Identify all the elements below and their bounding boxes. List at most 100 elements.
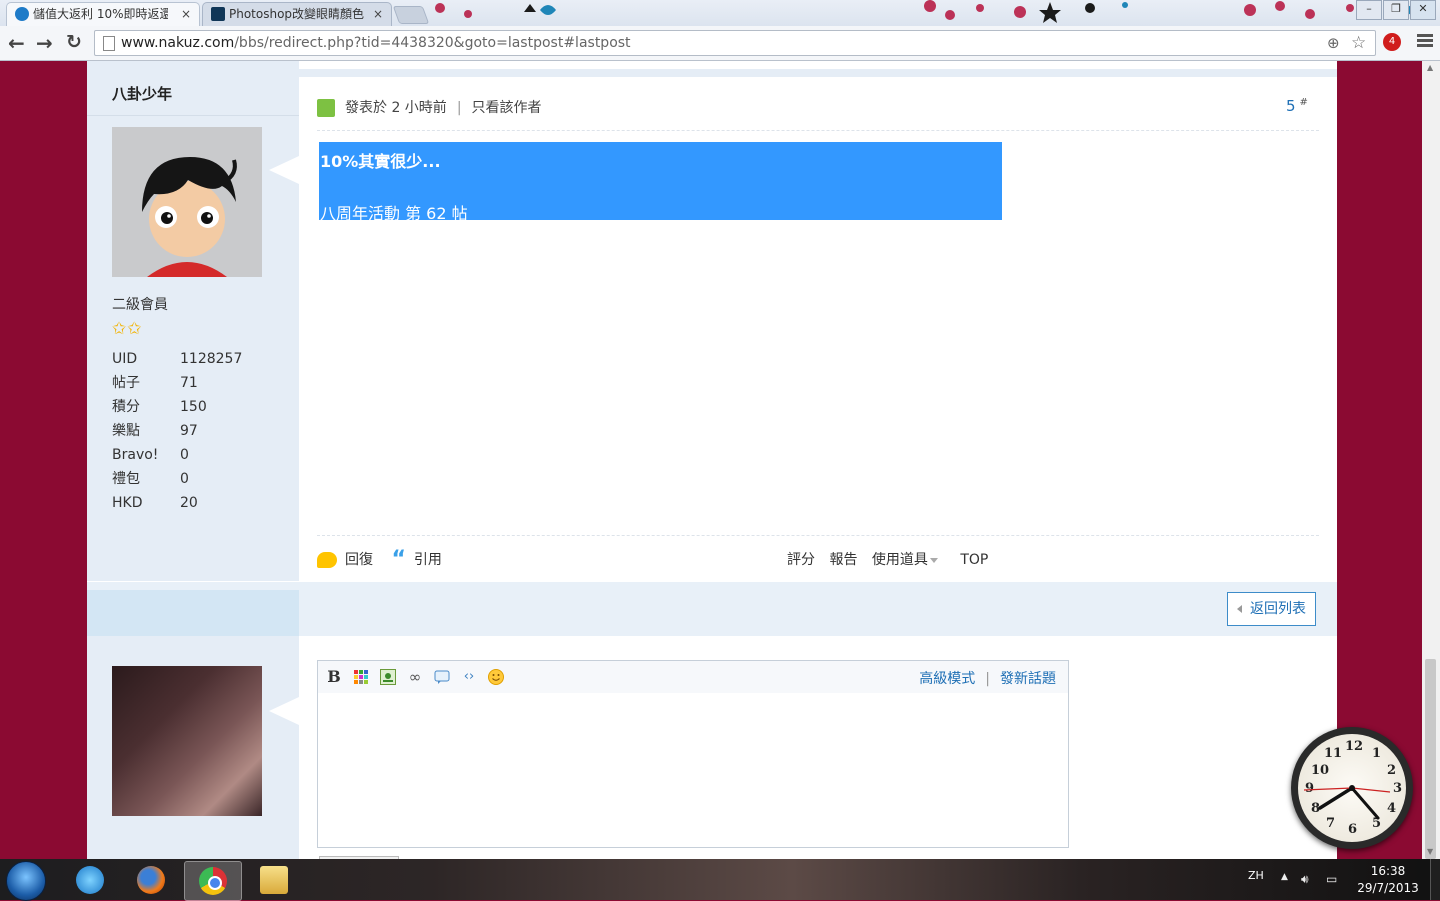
forum-page: 八卦少年 二級會員 ✩✩ UID 1128257 帖子 71 積分 150 樂點 97 … — [87, 61, 1337, 859]
insert-link-icon[interactable]: ∞ — [407, 669, 423, 685]
network-icon[interactable]: ▭ — [1326, 872, 1337, 886]
stat-row: 禮包 0 — [112, 467, 242, 491]
tab-close-icon[interactable]: × — [373, 3, 383, 25]
stat-row: 樂點 97 — [112, 419, 242, 443]
author-name[interactable]: 八卦少年 — [112, 83, 172, 104]
address-bar[interactable]: www.nakuz.com/bbs/redirect.php?tid=44383… — [94, 30, 1376, 56]
quote-bubble-icon[interactable] — [434, 669, 450, 685]
post-body-line: 10%其實很少... — [320, 152, 441, 171]
tab-title: 儲值大返利 10%即時返還 — [33, 7, 168, 21]
scroll-thumb[interactable] — [1425, 659, 1436, 859]
list-nav-band-left — [87, 590, 299, 636]
scroll-down-icon[interactable]: ▼ — [1427, 847, 1433, 856]
taskbar-ie[interactable] — [62, 861, 118, 899]
taskbar-explorer[interactable] — [246, 861, 302, 899]
internet-explorer-icon — [76, 866, 104, 894]
author-stats: UID 1128257 帖子 71 積分 150 樂點 97 Bravo! 0 禮包 0 H… — [112, 347, 242, 515]
insert-image-icon[interactable] — [380, 669, 396, 685]
post-signature-line: 八周年活動 第 62 帖 — [320, 204, 468, 223]
windows-taskbar: ZH ▲ 🔊︎ ▭ 16:38 29/7/2013 — [0, 859, 1440, 901]
scroll-up-icon[interactable]: ▲ — [1427, 63, 1433, 72]
post-actions-left: 回復 “ 引用 — [317, 547, 456, 572]
editor-textarea[interactable] — [318, 693, 1068, 847]
tab-photoshop[interactable]: Photoshop改變眼睛顏色 × — [202, 2, 392, 26]
current-user-avatar[interactable] — [112, 666, 262, 816]
bold-icon[interactable]: B — [326, 669, 342, 685]
stat-row: 帖子 71 — [112, 371, 242, 395]
show-hidden-icons-icon[interactable]: ▲ — [1281, 872, 1288, 882]
reply-label: 回復 — [345, 552, 373, 568]
floor-number[interactable]: 5 # — [1286, 97, 1308, 115]
rate-link[interactable]: 評分 — [787, 552, 815, 568]
reload-icon[interactable]: ↻ — [66, 31, 82, 53]
chrome-menu-icon[interactable] — [1417, 34, 1433, 49]
stat-value: 97 — [180, 423, 198, 439]
divider — [317, 130, 1319, 131]
restore-button[interactable]: ❐ — [1383, 0, 1409, 20]
use-tools-label: 使用道具 — [871, 552, 928, 568]
extension-badge-icon[interactable]: 4 — [1383, 33, 1401, 51]
color-palette-icon[interactable] — [353, 669, 369, 685]
show-desktop-button[interactable] — [1430, 859, 1440, 900]
avatar[interactable] — [112, 127, 262, 277]
floral-theme-decoration — [435, 0, 1420, 23]
post-top-border — [299, 69, 1337, 77]
page-scrollbar[interactable]: ▲ ▼ — [1422, 61, 1440, 859]
post-time: 發表於 2 小時前 — [345, 100, 447, 116]
post-actions-right: 評分 報告 使用道具 TOP — [787, 549, 998, 569]
use-tools-dropdown[interactable]: 使用道具 — [872, 552, 938, 568]
taskbar-firefox[interactable] — [123, 861, 179, 899]
window-controls: – ❐ ✕ — [1355, 0, 1436, 20]
speech-notch — [269, 156, 299, 184]
volume-icon[interactable]: 🔊︎ — [1301, 872, 1309, 887]
stat-key: 樂點 — [112, 423, 140, 439]
clock-face: 12 1 2 3 4 5 6 7 8 9 10 11 — [1298, 734, 1406, 842]
online-status-icon — [317, 99, 335, 117]
quote-label: 引用 — [413, 552, 442, 568]
clock-hands-icon — [1303, 785, 1391, 820]
quote-icon: “ — [391, 547, 406, 572]
taskbar-chrome[interactable] — [184, 861, 242, 901]
back-arrow-icon[interactable]: ← — [8, 31, 25, 55]
smiley-icon[interactable] — [488, 669, 504, 685]
clock-date: 29/7/2013 — [1357, 881, 1419, 895]
minimize-button[interactable]: – — [1356, 0, 1382, 20]
stat-key: 積分 — [112, 399, 140, 415]
language-indicator[interactable]: ZH — [1248, 869, 1264, 882]
system-clock[interactable]: 16:38 29/7/2013 — [1352, 863, 1424, 897]
quote-button[interactable]: “ 引用 — [391, 547, 442, 572]
post-body-selection[interactable]: 10%其實很少... 八周年活動 第 62 帖 — [319, 142, 1002, 223]
stat-key: Bravo! — [112, 447, 159, 463]
stat-row: UID 1128257 — [112, 347, 242, 371]
top-link[interactable]: TOP — [960, 552, 988, 568]
new-topic-link[interactable]: 發新話題 — [1000, 671, 1056, 687]
report-link[interactable]: 報告 — [829, 552, 857, 568]
divider — [87, 115, 299, 116]
tab-close-icon[interactable]: × — [181, 3, 191, 25]
stat-key: 帖子 — [112, 375, 140, 391]
editor-links: 高級模式 | 發新話題 — [919, 671, 1056, 687]
clock-time: 16:38 — [1370, 864, 1406, 878]
caret-left-icon — [1237, 605, 1242, 613]
bookmark-star-icon[interactable]: ☆ — [1351, 31, 1366, 55]
only-author-link[interactable]: 只看該作者 — [472, 100, 542, 116]
chevron-down-icon — [929, 557, 938, 563]
chrome-center-icon — [208, 876, 222, 890]
back-to-list-button[interactable]: 返回列表 — [1227, 592, 1316, 626]
stat-row: 積分 150 — [112, 395, 242, 419]
forward-arrow-icon[interactable]: → — [36, 31, 53, 55]
zoom-icon[interactable]: ⊕ — [1327, 31, 1340, 55]
close-window-button[interactable]: ✕ — [1410, 0, 1436, 20]
code-icon[interactable]: ‹› — [461, 669, 477, 685]
divider — [317, 535, 1319, 536]
clock-gadget[interactable]: 12 1 2 3 4 5 6 7 8 9 10 11 — [1291, 727, 1413, 849]
advanced-mode-link[interactable]: 高級模式 — [919, 671, 975, 687]
stat-value: 20 — [180, 495, 198, 511]
start-orb-icon[interactable] — [6, 861, 46, 901]
folder-icon — [260, 866, 288, 894]
new-tab-button[interactable] — [392, 6, 430, 24]
stat-key: HKD — [112, 495, 143, 511]
reply-button[interactable]: 回復 — [317, 549, 373, 569]
tab-deposit-rebate[interactable]: 儲值大返利 10%即時返還 × — [6, 2, 200, 26]
floor-value: 5 — [1286, 97, 1296, 115]
